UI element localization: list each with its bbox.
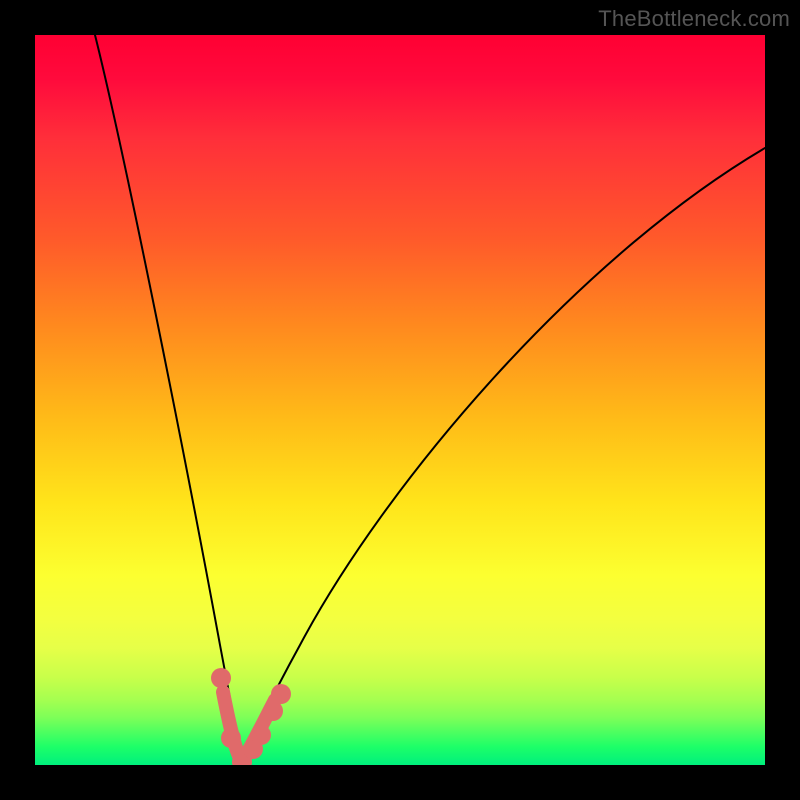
highlight-dot [263, 701, 283, 721]
plot-area [35, 35, 765, 765]
curve-left-branch [95, 35, 242, 762]
highlight-dot [243, 739, 263, 759]
chart-frame: TheBottleneck.com [0, 0, 800, 800]
highlight-dot [251, 725, 271, 745]
curve-right-branch [242, 148, 765, 762]
highlight-dot [271, 684, 291, 704]
watermark-text: TheBottleneck.com [598, 6, 790, 32]
curve-highlight-segment [223, 692, 275, 762]
highlight-dot [232, 752, 252, 765]
curve-svg [35, 35, 765, 765]
highlight-dot [221, 728, 241, 748]
highlight-dot [211, 668, 231, 688]
